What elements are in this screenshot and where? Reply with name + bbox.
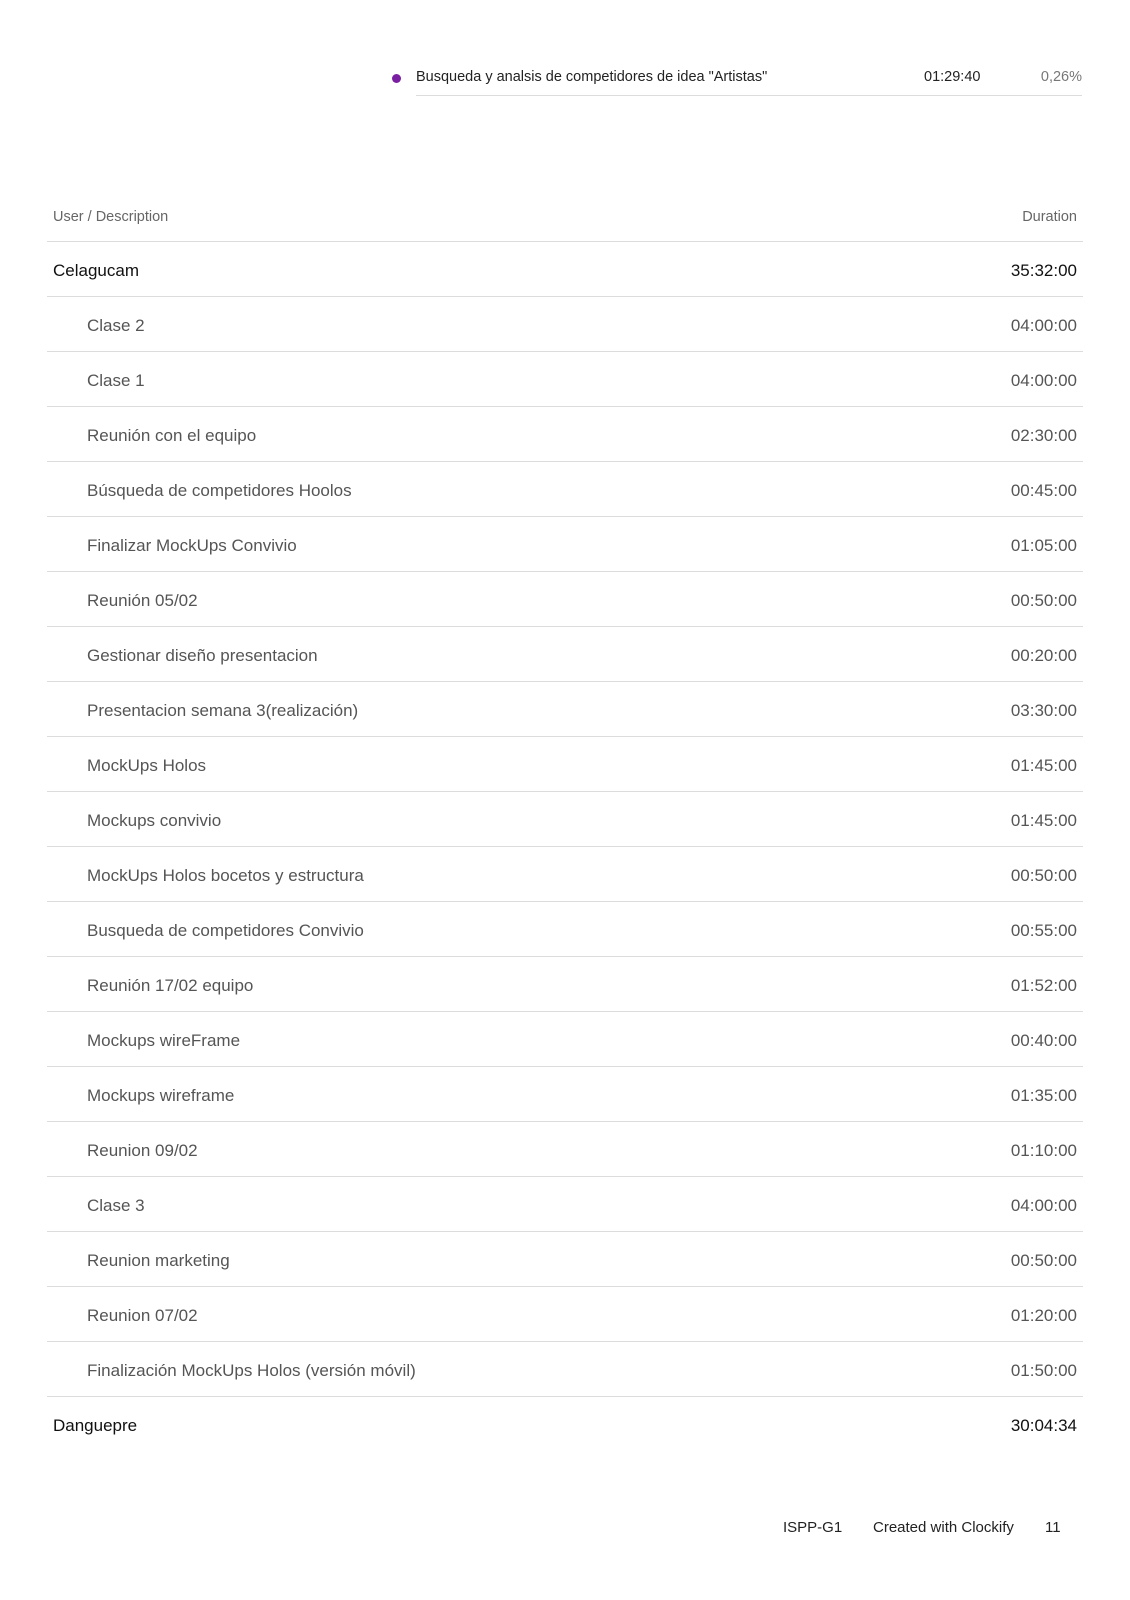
column-header-duration: Duration [1022, 209, 1077, 225]
entry-description: Finalización MockUps Holos (versión móvi… [87, 1361, 416, 1380]
entry-description: Reunión 05/02 [87, 591, 198, 610]
table-row: Finalizar MockUps Convivio 01:05:00 [47, 517, 1083, 572]
entry-duration: 00:45:00 [1010, 481, 1077, 500]
table-row: Mockups wireFrame 00:40:00 [47, 1012, 1083, 1067]
footer-page-number: 11 [1045, 1519, 1061, 1536]
legend-entry: Busqueda y analsis de competidores de id… [416, 62, 1082, 96]
entry-description: Reunión 17/02 equipo [87, 976, 254, 995]
legend-duration: 01:29:40 [924, 69, 981, 85]
entry-description: Busqueda de competidores Convivio [87, 921, 364, 940]
table-row: Mockups convivio 01:45:00 [47, 792, 1083, 847]
entry-duration: 00:55:00 [1010, 921, 1077, 940]
entry-duration: 01:10:00 [1010, 1141, 1077, 1160]
page-footer: ISPP-G1 Created with Clockify 11 [0, 1519, 1130, 1543]
user-row: Celagucam 35:32:00 [47, 242, 1083, 297]
entry-description: MockUps Holos bocetos y estructura [87, 866, 364, 885]
legend-percent: 0,26% [1040, 69, 1082, 85]
entry-description: Reunion marketing [87, 1251, 230, 1270]
entry-duration: 00:50:00 [1010, 866, 1077, 885]
table-row: Clase 3 04:00:00 [47, 1177, 1083, 1232]
table-row: Finalización MockUps Holos (versión móvi… [47, 1342, 1083, 1397]
table-row: Reunión con el equipo 02:30:00 [47, 407, 1083, 462]
user-name: Celagucam [53, 261, 139, 280]
table-row: Reunión 17/02 equipo 01:52:00 [47, 957, 1083, 1012]
user-row: Danguepre 30:04:34 [47, 1397, 1083, 1452]
entry-description: Búsqueda de competidores Hoolos [87, 481, 352, 500]
user-duration: 30:04:34 [1010, 1416, 1077, 1435]
table-row: Reunion 09/02 01:10:00 [47, 1122, 1083, 1177]
entry-description: Mockups convivio [87, 811, 222, 830]
table-row: Reunion marketing 00:50:00 [47, 1232, 1083, 1287]
footer-project: ISPP-G1 [783, 1519, 843, 1536]
entry-description: Clase 1 [87, 371, 145, 390]
entry-duration: 04:00:00 [1010, 371, 1077, 390]
entry-description: Mockups wireFrame [87, 1031, 241, 1050]
entry-duration: 00:40:00 [1010, 1031, 1077, 1050]
entry-duration: 01:05:00 [1010, 536, 1077, 555]
table-row: MockUps Holos bocetos y estructura 00:50:… [47, 847, 1083, 902]
entry-description: Presentacion semana 3(realización) [87, 701, 359, 720]
table-row: Reunion 07/02 01:20:00 [47, 1287, 1083, 1342]
entry-duration: 04:00:00 [1010, 316, 1077, 335]
table-row: Presentacion semana 3(realización) 03:30:… [47, 682, 1083, 737]
column-header-description: User / Description [53, 209, 169, 225]
entry-duration: 01:45:00 [1010, 756, 1077, 775]
entry-description: Gestionar diseño presentacion [87, 646, 318, 665]
user-duration: 35:32:00 [1010, 261, 1077, 280]
table-row: Mockups wireframe 01:35:00 [47, 1067, 1083, 1122]
table-row: Clase 2 04:00:00 [47, 297, 1083, 352]
entry-duration: 03:30:00 [1010, 701, 1077, 720]
entry-duration: 04:00:00 [1010, 1196, 1077, 1215]
legend-label: Busqueda y analsis de competidores de id… [416, 69, 768, 85]
table-header: User / Description Duration [47, 190, 1083, 242]
entry-duration: 01:35:00 [1010, 1086, 1077, 1105]
table-row: Reunión 05/02 00:50:00 [47, 572, 1083, 627]
entry-description: MockUps Holos [87, 756, 207, 775]
legend-color-dot [392, 74, 401, 83]
entry-description: Finalizar MockUps Convivio [87, 536, 297, 555]
entry-duration: 01:45:00 [1010, 811, 1077, 830]
user-name: Danguepre [53, 1416, 138, 1435]
entry-description: Mockups wireframe [87, 1086, 235, 1105]
entry-description: Clase 3 [87, 1196, 145, 1215]
legend-row: Busqueda y analsis de competidores de id… [392, 62, 1082, 96]
entry-duration: 01:20:00 [1010, 1306, 1077, 1325]
table-row: Búsqueda de competidores Hoolos 00:45:00 [47, 462, 1083, 517]
entry-description: Reunion 09/02 [87, 1141, 198, 1160]
entry-duration: 01:52:00 [1010, 976, 1077, 995]
entry-duration: 00:50:00 [1010, 1251, 1077, 1270]
table-row: MockUps Holos 01:45:00 [47, 737, 1083, 792]
table-row: Clase 1 04:00:00 [47, 352, 1083, 407]
entry-description: Clase 2 [87, 316, 145, 335]
report-table: User / Description Duration Celagucam 35… [47, 190, 1083, 1452]
entry-duration: 00:50:00 [1010, 591, 1077, 610]
entry-description: Reunión con el equipo [87, 426, 257, 445]
table-row: Busqueda de competidores Convivio 00:55:0… [47, 902, 1083, 957]
footer-created-with: Created with Clockify [873, 1519, 1014, 1536]
entry-duration: 00:20:00 [1010, 646, 1077, 665]
entry-duration: 02:30:00 [1010, 426, 1077, 445]
entry-description: Reunion 07/02 [87, 1306, 198, 1325]
table-row: Gestionar diseño presentacion 00:20:00 [47, 627, 1083, 682]
entry-duration: 01:50:00 [1010, 1361, 1077, 1380]
